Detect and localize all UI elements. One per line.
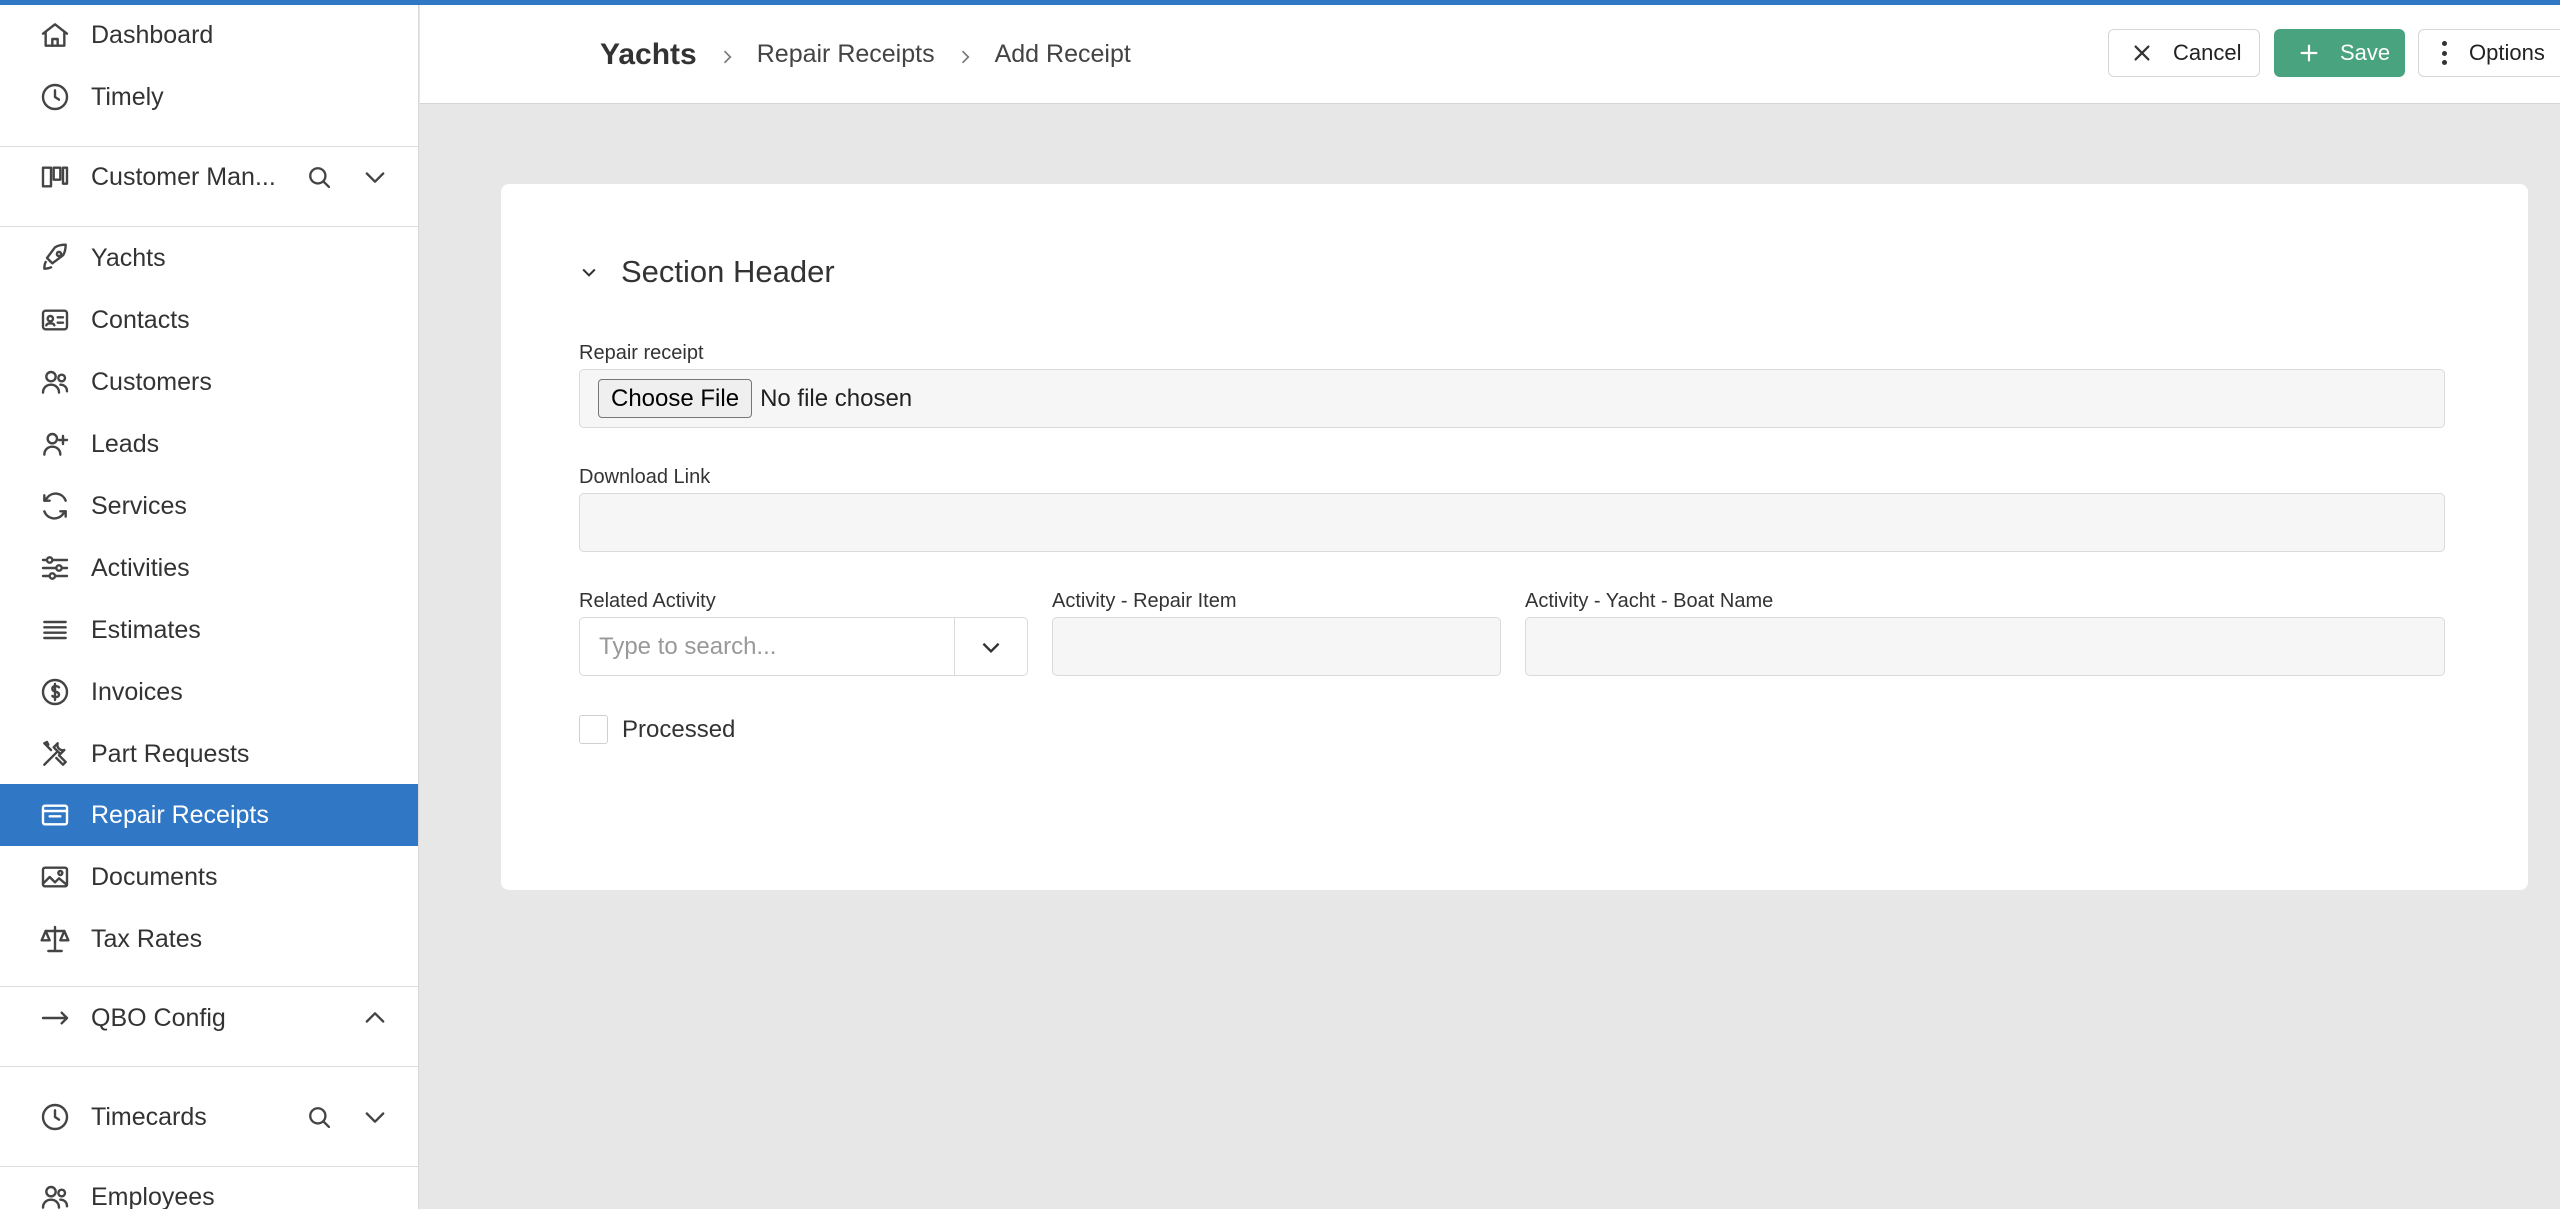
sidebar-item-label: Dashboard — [91, 20, 214, 49]
sidebar-item-timely[interactable]: Timely — [0, 66, 418, 128]
related-activity-select[interactable] — [579, 617, 1028, 676]
section-header[interactable]: Section Header — [579, 254, 835, 290]
sidebar-item-label: Tax Rates — [91, 924, 203, 953]
boat-name-field[interactable] — [1525, 617, 2445, 676]
cancel-button[interactable]: Cancel — [2108, 29, 2260, 77]
form-card: Section Header Repair receipt Choose Fil… — [501, 184, 2528, 890]
sidebar-item-label: Estimates — [91, 615, 201, 644]
sidebar-item-part-requests[interactable]: Part Requests — [0, 723, 418, 785]
sliders-icon — [38, 551, 72, 585]
download-link-field[interactable] — [579, 493, 2445, 552]
home-icon — [38, 18, 72, 52]
image-icon — [38, 860, 72, 894]
processed-label[interactable]: Processed — [622, 716, 735, 744]
sidebar-item-label: Invoices — [91, 677, 183, 706]
user-plus-icon — [38, 427, 72, 461]
search-icon[interactable] — [305, 1103, 333, 1131]
refresh-icon — [38, 489, 72, 523]
rocket-icon — [38, 241, 72, 275]
sidebar-divider — [0, 1066, 418, 1067]
sidebar-item-label: Customers — [91, 367, 212, 396]
repair-item-label: Activity - Repair Item — [1052, 590, 1237, 612]
sidebar-item-label: Contacts — [91, 305, 190, 334]
breadcrumb: Yachts Repair Receipts Add Receipt — [600, 5, 1131, 104]
sidebar-item-label: Repair Receipts — [91, 800, 269, 829]
sidebar-item-label: Services — [91, 491, 187, 520]
chevron-right-icon — [955, 45, 975, 65]
sidebar-item-label: Timely — [91, 82, 164, 111]
sidebar-item-contacts[interactable]: Contacts — [0, 289, 418, 351]
tools-icon — [38, 737, 72, 771]
contact-card-icon — [38, 303, 72, 337]
sidebar-item-activities[interactable]: Activities — [0, 537, 418, 599]
sidebar-item-leads[interactable]: Leads — [0, 413, 418, 475]
sidebar-item-label: Activities — [91, 553, 190, 582]
section-title: Section Header — [621, 254, 835, 289]
download-link-label: Download Link — [579, 466, 711, 488]
processed-checkbox[interactable] — [579, 715, 608, 744]
users-icon — [38, 365, 72, 399]
close-icon — [2134, 45, 2150, 61]
breadcrumb-repair-receipts[interactable]: Repair Receipts — [757, 40, 935, 69]
sidebar-item-services[interactable]: Services — [0, 475, 418, 537]
chevron-right-icon — [717, 45, 737, 65]
clock-icon — [38, 80, 72, 114]
sidebar-item-customers[interactable]: Customers — [0, 351, 418, 413]
more-vertical-icon — [2441, 41, 2447, 65]
breadcrumb-current: Add Receipt — [994, 40, 1131, 68]
processed-row: Processed — [579, 715, 735, 744]
sidebar-item-label: Leads — [91, 429, 160, 458]
list-icon — [38, 613, 72, 647]
sidebar-item-label: Part Requests — [91, 739, 250, 768]
sidebar-item-invoices[interactable]: Invoices — [0, 661, 418, 723]
sidebar-item-label: Documents — [91, 862, 218, 891]
options-button-label: Options — [2469, 40, 2545, 65]
sidebar-item-dashboard[interactable]: Dashboard — [0, 4, 418, 66]
kanban-icon — [38, 160, 72, 194]
chevron-down-icon[interactable] — [361, 1103, 389, 1131]
sidebar-item-estimates[interactable]: Estimates — [0, 599, 418, 661]
related-activity-search-input[interactable] — [580, 618, 955, 675]
cancel-button-label: Cancel — [2173, 40, 2242, 65]
related-activity-label: Related Activity — [579, 590, 716, 612]
inbox-icon — [38, 798, 72, 832]
clock-icon — [38, 1100, 72, 1134]
breadcrumb-root[interactable]: Yachts — [600, 38, 697, 72]
sidebar-item-label: Timecards — [91, 1102, 207, 1131]
sidebar-item-tax-rates[interactable]: Tax Rates — [0, 908, 418, 970]
repair-item-field[interactable] — [1052, 617, 1501, 676]
page-header: Yachts Repair Receipts Add Receipt Cance… — [420, 5, 2560, 104]
sidebar-item-label: Employees — [91, 1182, 215, 1209]
sidebar-item-label: QBO Config — [91, 1003, 226, 1032]
sidebar-item-timecards[interactable]: Timecards — [0, 1086, 418, 1148]
sidebar-item-employees[interactable]: Employees — [0, 1166, 418, 1209]
sidebar-item-documents[interactable]: Documents — [0, 846, 418, 908]
scale-icon — [38, 922, 72, 956]
file-status: No file chosen — [760, 384, 913, 412]
repair-receipt-file-input[interactable]: Choose File No file chosen — [579, 369, 2445, 428]
chevron-up-icon[interactable] — [361, 1004, 389, 1032]
sidebar: Dashboard Timely Customer Man... Yachts … — [0, 0, 419, 1209]
sidebar-item-yachts[interactable]: Yachts — [0, 227, 418, 289]
sidebar-item-customer-management[interactable]: Customer Man... — [0, 146, 418, 208]
arrow-right-icon — [38, 1001, 72, 1035]
chevron-down-icon — [582, 268, 596, 277]
users-icon — [38, 1180, 72, 1209]
chevron-down-icon[interactable] — [954, 618, 1027, 675]
sidebar-item-label: Customer Man... — [91, 162, 276, 191]
dollar-circle-icon — [38, 675, 72, 709]
save-button-label: Save — [2340, 40, 2391, 65]
boat-name-label: Activity - Yacht - Boat Name — [1525, 590, 1774, 612]
sidebar-item-label: Yachts — [91, 243, 166, 272]
plus-icon — [2300, 44, 2318, 62]
options-button[interactable]: Options — [2418, 29, 2560, 77]
sidebar-item-repair-receipts[interactable]: Repair Receipts — [0, 784, 418, 846]
repair-receipt-label: Repair receipt — [579, 342, 704, 364]
sidebar-item-qbo-config[interactable]: QBO Config — [0, 987, 418, 1049]
search-icon[interactable] — [305, 163, 333, 191]
save-button[interactable]: Save — [2274, 29, 2405, 77]
top-accent-bar — [0, 0, 2560, 5]
choose-file-button[interactable]: Choose File — [598, 379, 753, 418]
chevron-down-icon[interactable] — [361, 163, 389, 191]
